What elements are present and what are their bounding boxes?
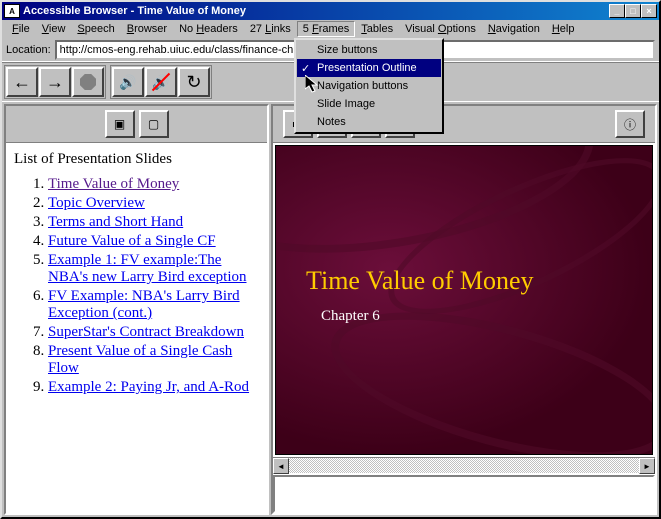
menubar: File View Speech Browser No Headers 27 L… [2, 20, 659, 38]
list-item: Time Value of Money [48, 176, 259, 193]
menu-browser[interactable]: Browser [121, 21, 173, 37]
list-item: Present Value of a Single Cash Flow [48, 343, 259, 377]
menu-frames[interactable]: 5 Frames [297, 21, 355, 37]
slide-hscrollbar[interactable]: ◄ ► [273, 457, 655, 473]
scroll-right-button[interactable]: ► [639, 458, 655, 474]
slide-link[interactable]: SuperStar's Contract Breakdown [48, 324, 244, 340]
menu-file[interactable]: File [6, 21, 36, 37]
notes-pane[interactable] [273, 475, 655, 513]
outline-expand-button[interactable]: ▣ [105, 110, 135, 138]
menu-speech[interactable]: Speech [71, 21, 120, 37]
app-window: A Accessible Browser - Time Value of Mon… [0, 0, 661, 519]
slide-link[interactable]: Example 2: Paying Jr, and A-Rod [48, 379, 249, 395]
slide-link[interactable]: Time Value of Money [48, 176, 179, 192]
slide-image: Time Value of Money Chapter 6 [275, 145, 653, 455]
menu-view[interactable]: View [36, 21, 72, 37]
slide-link[interactable]: Terms and Short Hand [48, 214, 183, 230]
menu-headers[interactable]: No Headers [173, 21, 244, 37]
arrow-left-icon: ← [13, 72, 31, 93]
slide-link[interactable]: Topic Overview [48, 195, 145, 211]
stop-icon [80, 74, 96, 90]
app-icon: A [4, 4, 20, 18]
back-button[interactable]: ← [6, 67, 38, 97]
slide-link[interactable]: Future Value of a Single CF [48, 233, 216, 249]
reload-button[interactable]: ↻ [178, 67, 210, 97]
list-item: FV Example: NBA's Larry Bird Exception (… [48, 288, 259, 322]
menu-help[interactable]: Help [546, 21, 581, 37]
list-item: Terms and Short Hand [48, 214, 259, 231]
menu-links[interactable]: 27 Links [244, 21, 297, 37]
mute-button[interactable] [145, 67, 177, 97]
list-item: Topic Overview [48, 195, 259, 212]
content-area: ▣ ▢ List of Presentation Slides Time Val… [2, 102, 659, 517]
window-title: Accessible Browser - Time Value of Money [23, 5, 609, 17]
dropdown-slide-image[interactable]: Slide Image [297, 95, 441, 113]
stop-button[interactable] [72, 67, 104, 97]
slide-title: Time Value of Money [306, 266, 534, 296]
dropdown-navigation-buttons[interactable]: Navigation buttons [297, 77, 441, 95]
check-icon: ✓ [301, 62, 310, 75]
scroll-left-button[interactable]: ◄ [273, 458, 289, 474]
maximize-button[interactable]: □ [625, 4, 641, 18]
slide-link[interactable]: Present Value of a Single Cash Flow [48, 343, 232, 376]
forward-button[interactable]: → [39, 67, 71, 97]
slide-link[interactable]: Example 1: FV example:The NBA's new Larr… [48, 252, 247, 285]
list-item: Example 2: Paying Jr, and A-Rod [48, 379, 259, 396]
slide-link[interactable]: FV Example: NBA's Larry Bird Exception (… [48, 288, 240, 321]
outline-collapse-button[interactable]: ▢ [139, 110, 169, 138]
dropdown-presentation-outline[interactable]: ✓Presentation Outline [297, 59, 441, 77]
list-item: Future Value of a Single CF [48, 233, 259, 250]
outline-pane: ▣ ▢ List of Presentation Slides Time Val… [4, 104, 269, 515]
menu-visual-options[interactable]: Visual Options [399, 21, 482, 37]
minimize-button[interactable]: _ [609, 4, 625, 18]
location-label: Location: [6, 44, 51, 56]
slide-subtitle: Chapter 6 [321, 308, 380, 325]
frames-dropdown: Size buttons ✓Presentation Outline Navig… [294, 38, 444, 134]
speak-button[interactable] [112, 67, 144, 97]
info-icon: ⓘ [624, 116, 636, 133]
menu-navigation[interactable]: Navigation [482, 21, 546, 37]
list-item: Example 1: FV example:The NBA's new Larr… [48, 252, 259, 286]
slide-pane: ⏮ ◁ ▷ ⏭ ⓘ Time Value of Money Chapter 6 [271, 104, 657, 515]
slide-list: Time Value of Money Topic Overview Terms… [14, 176, 259, 396]
dropdown-notes[interactable]: Notes [297, 113, 441, 131]
outline-content[interactable]: List of Presentation Slides Time Value o… [6, 143, 267, 513]
list-item: SuperStar's Contract Breakdown [48, 324, 259, 341]
scroll-track[interactable] [289, 458, 639, 473]
outline-toolbar: ▣ ▢ [6, 106, 267, 143]
dropdown-size-buttons[interactable]: Size buttons [297, 41, 441, 59]
info-button[interactable]: ⓘ [615, 110, 645, 138]
menu-tables[interactable]: Tables [355, 21, 399, 37]
arrow-right-icon: → [46, 72, 64, 93]
titlebar: A Accessible Browser - Time Value of Mon… [2, 2, 659, 20]
expand-icon: ▣ [114, 117, 125, 131]
collapse-icon: ▢ [148, 117, 159, 131]
outline-heading: List of Presentation Slides [14, 151, 259, 168]
reload-icon: ↻ [186, 72, 201, 93]
close-button[interactable]: × [641, 4, 657, 18]
